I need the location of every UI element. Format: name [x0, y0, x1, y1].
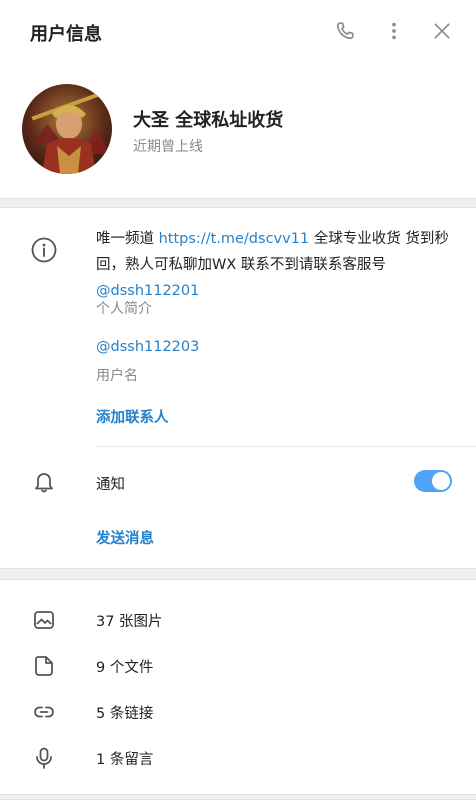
- media-row-voice[interactable]: 1 条留言: [0, 734, 476, 780]
- dialog-header: 用户信息: [0, 0, 476, 62]
- link-icon: [34, 706, 54, 718]
- phone-icon: [336, 22, 354, 40]
- row-divider: [96, 446, 476, 447]
- section-divider: [0, 568, 476, 580]
- call-button[interactable]: [333, 19, 357, 43]
- dialog-title: 用户信息: [30, 24, 102, 45]
- more-options-button[interactable]: [382, 19, 406, 43]
- media-row-label: 37 张图片: [96, 614, 163, 630]
- more-vertical-icon: [392, 22, 396, 40]
- media-row-label: 9 个文件: [96, 660, 154, 676]
- media-row-files[interactable]: 9 个文件: [0, 642, 476, 688]
- add-contact-button[interactable]: 添加联系人: [96, 406, 169, 427]
- bio-channel-link[interactable]: https://t.me/dscvv11: [159, 231, 310, 247]
- photo-icon: [34, 611, 54, 629]
- profile-status: 近期曾上线: [133, 139, 203, 155]
- bio-prefix: 唯一频道: [96, 231, 159, 247]
- avatar-image: [22, 84, 112, 174]
- bio-text: 唯一频道 https://t.me/dscvv11 全球专业收货 货到秒回，熟人…: [96, 226, 456, 304]
- microphone-icon: [36, 747, 52, 769]
- close-button[interactable]: [430, 19, 454, 43]
- file-icon: [35, 656, 53, 676]
- notifications-toggle[interactable]: [414, 470, 452, 492]
- profile-section: 大圣 全球私址收货 近期曾上线: [0, 62, 476, 198]
- avatar[interactable]: [22, 84, 112, 174]
- section-divider: [0, 198, 476, 208]
- username-caption: 用户名: [96, 368, 138, 384]
- media-row-label: 5 条链接: [96, 706, 154, 722]
- close-icon: [434, 23, 450, 39]
- media-row-photos[interactable]: 37 张图片: [0, 596, 476, 642]
- bio-caption: 个人简介: [96, 301, 152, 317]
- toggle-knob: [432, 472, 450, 490]
- media-row-links[interactable]: 5 条链接: [0, 688, 476, 734]
- media-row-label: 1 条留言: [96, 752, 154, 768]
- notifications-label: 通知: [96, 477, 125, 493]
- bio-mention-link[interactable]: @dssh112201: [96, 283, 199, 299]
- section-divider: [0, 794, 476, 800]
- username-link[interactable]: @dssh112203: [96, 339, 199, 355]
- profile-name: 大圣 全球私址收货: [133, 110, 284, 131]
- send-message-button[interactable]: 发送消息: [96, 527, 154, 548]
- info-icon: [31, 237, 57, 263]
- bell-icon: [35, 473, 53, 493]
